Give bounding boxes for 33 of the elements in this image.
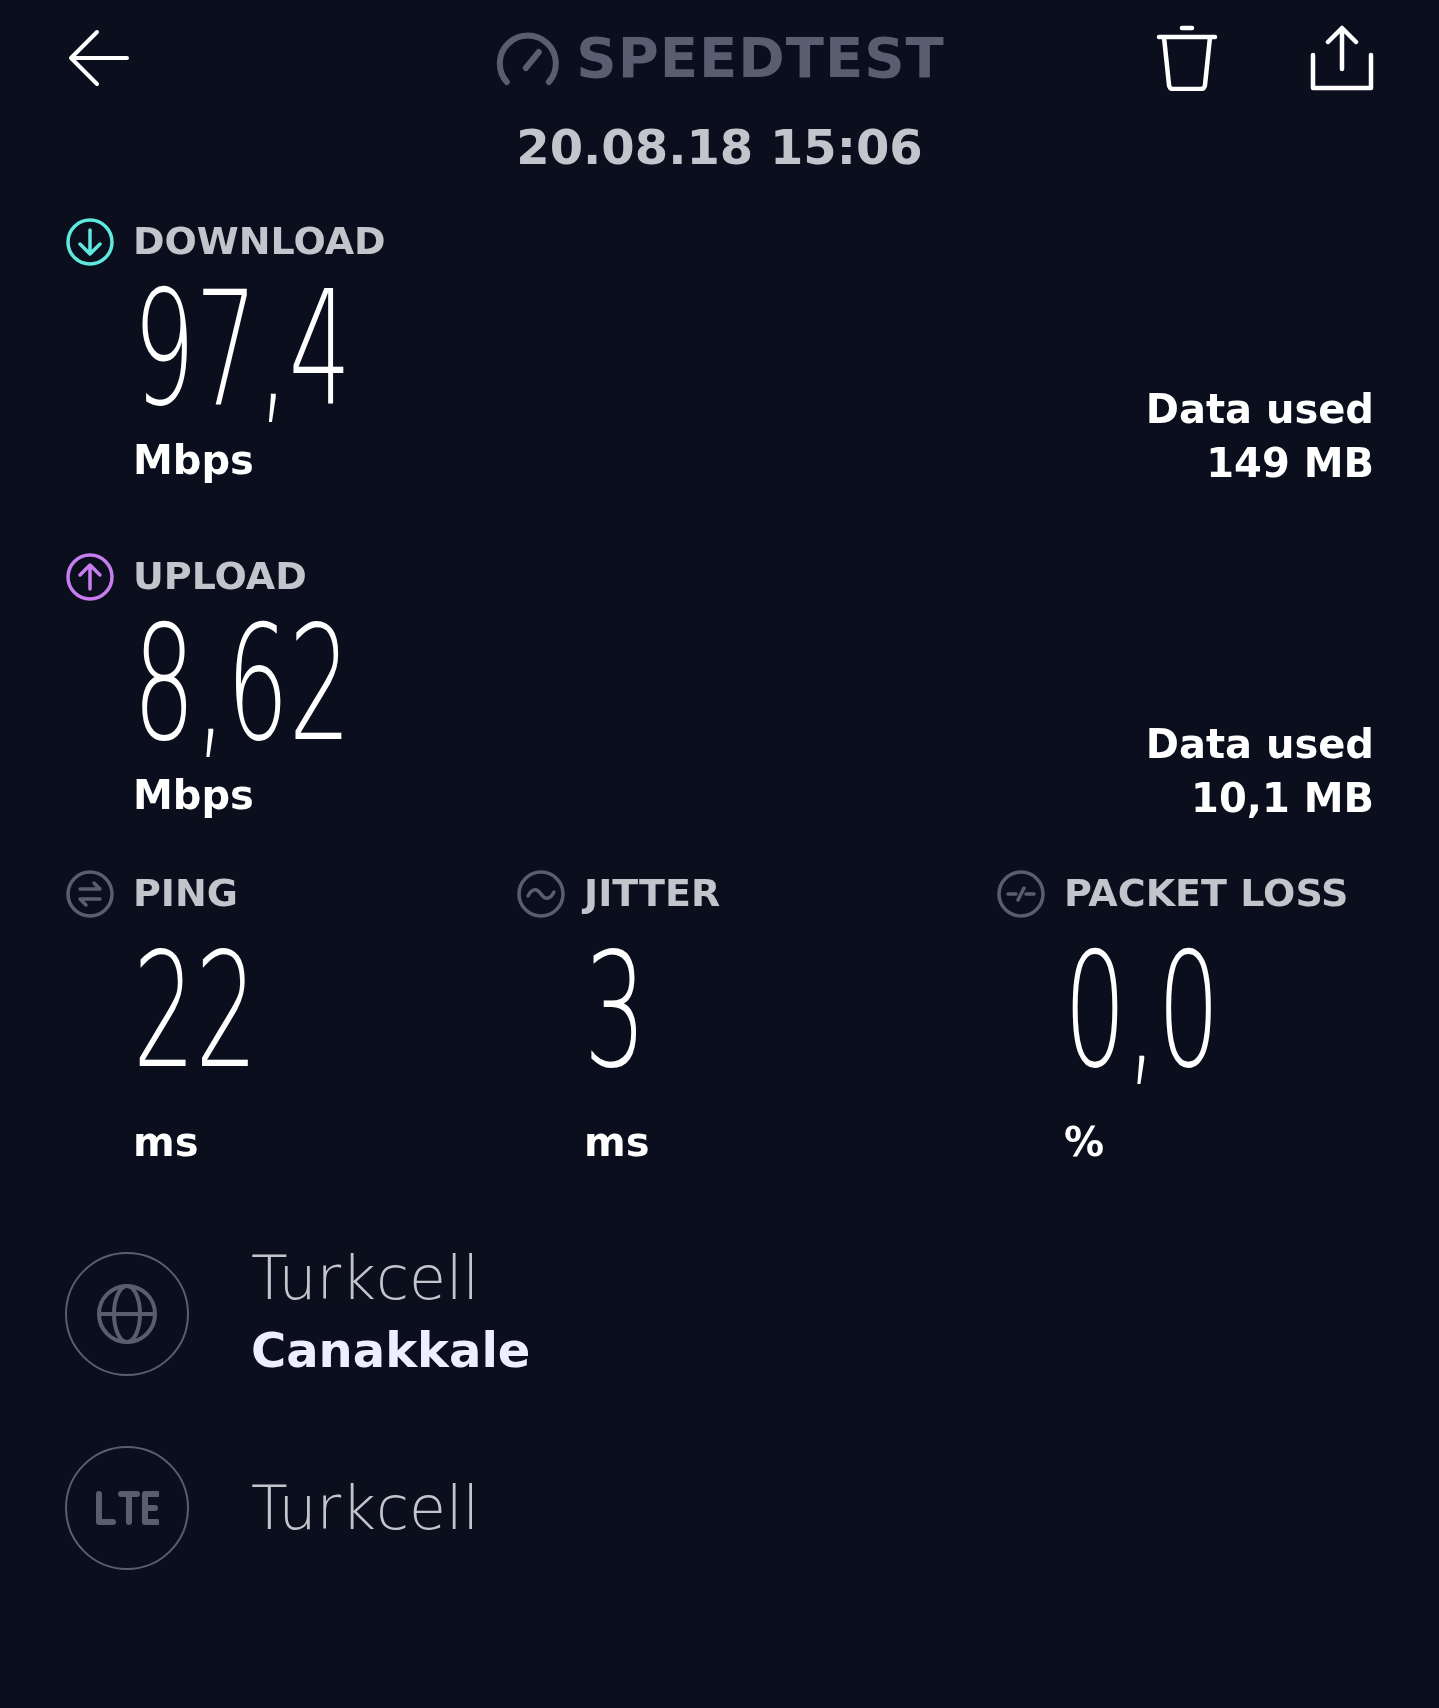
test-date: 20.08.18 15:06 <box>515 118 924 177</box>
result-unit: Mbps <box>132 771 255 820</box>
result-value: 8,62 <box>133 605 352 763</box>
metric-unit: ms <box>132 1118 200 1167</box>
metric-label: PACKET LOSS <box>1064 870 1349 917</box>
metric-unit: ms <box>583 1118 651 1167</box>
result-label: DOWNLOAD <box>133 218 386 265</box>
globe-icon <box>96 1283 158 1345</box>
data-used-label: Data used <box>1145 385 1374 434</box>
trash-icon <box>1156 24 1218 91</box>
result-unit: Mbps <box>132 436 255 485</box>
ping-icon <box>65 868 115 919</box>
share-icon <box>1310 24 1374 91</box>
packet-loss-icon <box>996 868 1046 919</box>
metric-value: 3 <box>584 932 647 1090</box>
provider-name: Turkcell <box>251 1472 480 1544</box>
metric-unit: % <box>1063 1118 1106 1167</box>
result-label: UPLOAD <box>133 553 307 600</box>
share-button[interactable] <box>1310 24 1374 91</box>
lte-icon <box>95 1490 159 1526</box>
wave-icon <box>516 868 566 919</box>
app-title: SPEEDTEST <box>576 23 945 92</box>
provider-name: Turkcell <box>251 1242 481 1314</box>
metric-value: 22 <box>133 932 258 1090</box>
metric-label: PING <box>133 870 238 917</box>
delete-button[interactable] <box>1156 24 1218 91</box>
result-value: 97,4 <box>133 270 352 428</box>
metric-label: JITTER <box>584 870 721 917</box>
data-used-value: 10,1 MB <box>1191 774 1374 823</box>
metric-value: 0,0 <box>1064 932 1220 1090</box>
data-used-label: Data used <box>1145 720 1374 769</box>
server-location: Canakkale <box>251 1321 531 1380</box>
data-used-value: 149 MB <box>1206 439 1374 488</box>
